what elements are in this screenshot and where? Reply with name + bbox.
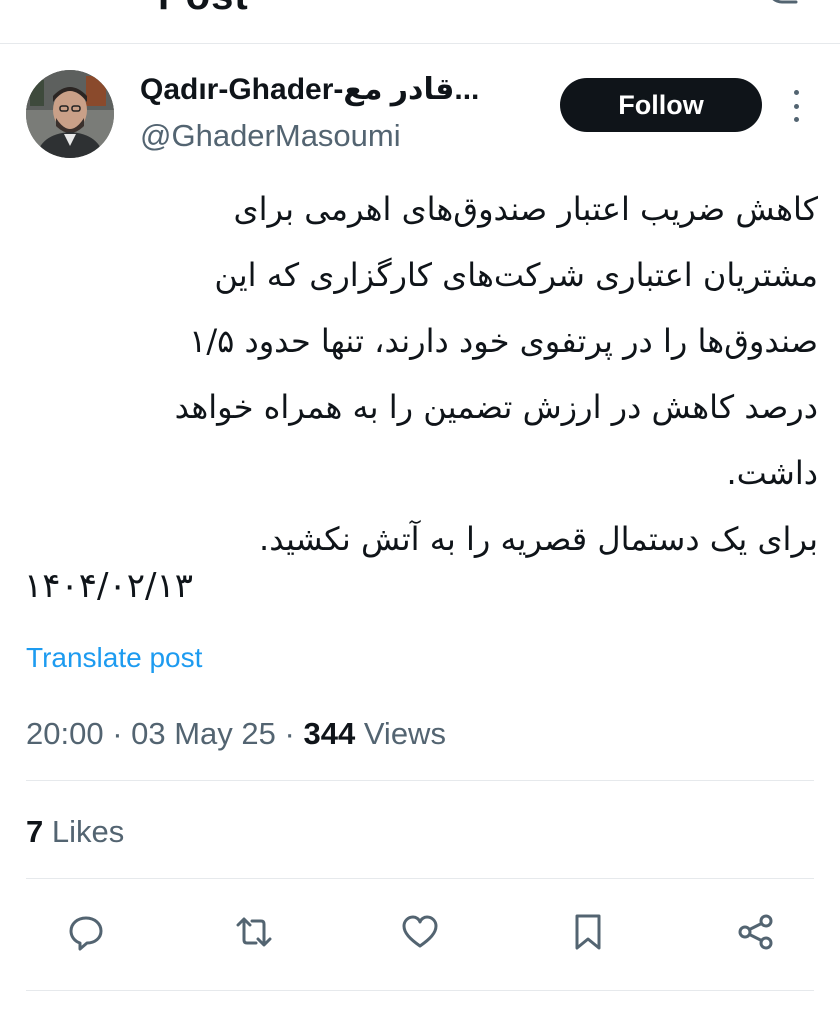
likes-link[interactable]: 7 Likes [26, 814, 124, 850]
post-time[interactable]: 20:00 [26, 716, 104, 751]
tweet-line: درصد کاهش در ارزش تضمین را به همراه خواه… [174, 388, 818, 426]
more-vertical-icon[interactable] [786, 90, 806, 122]
bookmark-icon[interactable] [566, 910, 610, 954]
top-header: Post [0, 0, 840, 44]
tweet-line: صندوق‌ها را در پرتفوی خود دارند، تنها حد… [189, 322, 818, 360]
meta-separator: · [275, 716, 304, 751]
divider [26, 990, 814, 991]
divider [26, 878, 814, 879]
share-icon[interactable] [734, 910, 778, 954]
heart-icon[interactable] [398, 910, 442, 954]
tweet-line: داشت. [726, 454, 818, 492]
likes-count: 7 [26, 814, 44, 849]
reply-icon[interactable] [64, 910, 108, 954]
meta-separator: · [103, 716, 132, 751]
post-date[interactable]: 03 May 25 [131, 716, 276, 751]
author-display-name[interactable]: Qadır-Ghader-قادر مع... [140, 72, 530, 107]
tweet-line: برای یک دستمال قصریه را به آتش نکشید. [259, 520, 818, 558]
translate-post-link[interactable]: Translate post [26, 642, 202, 674]
likes-label: Likes [43, 814, 125, 849]
header-title: Post [158, 0, 249, 19]
divider [26, 780, 814, 781]
views-label: Views [355, 716, 446, 751]
follow-button[interactable]: Follow [560, 78, 762, 132]
reply-arrow-icon[interactable] [758, 0, 806, 12]
tweet-persian-date: ۱۴۰۴/۰۲/۱۳ [24, 566, 194, 606]
post-meta: 20:00 · 03 May 25 · 344 Views [26, 716, 446, 752]
tweet-line: کاهش ضریب اعتبار صندوق‌های اهرمی برای [233, 190, 818, 228]
retweet-icon[interactable] [232, 910, 276, 954]
views-count: 344 [303, 716, 356, 751]
avatar[interactable] [26, 70, 114, 158]
tweet-line: مشتریان اعتباری شرکت‌های کارگزاری که این [214, 256, 818, 294]
post-detail-page: Post Qadır-Ghader-قادر مع... @GhaderMaso… [0, 0, 840, 1024]
author-handle[interactable]: @GhaderMasoumi [140, 118, 401, 154]
tweet-text: کاهش ضریب اعتبار صندوق‌های اهرمی برای مش… [24, 176, 818, 572]
